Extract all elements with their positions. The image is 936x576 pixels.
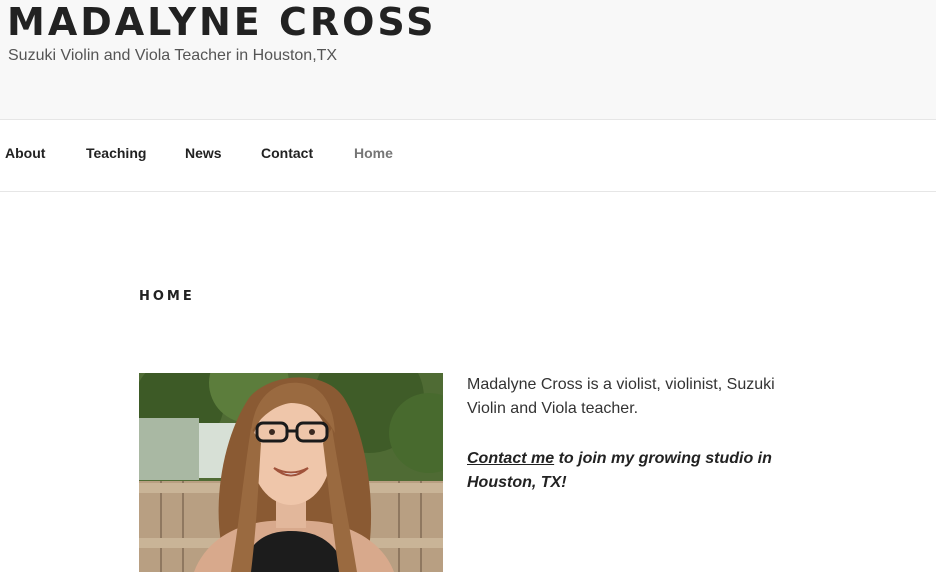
page-title: HOME [139, 289, 195, 304]
nav-item-about[interactable]: About [5, 145, 45, 161]
nav-item-news[interactable]: News [185, 145, 222, 161]
contact-me-link[interactable]: Contact me [467, 450, 554, 467]
intro-paragraph: Madalyne Cross is a violist, violinist, … [467, 376, 775, 417]
nav-item-contact[interactable]: Contact [261, 145, 313, 161]
nav-item-home[interactable]: Home [354, 145, 393, 161]
nav-item-teaching[interactable]: Teaching [86, 145, 146, 161]
profile-photo [139, 373, 443, 572]
site-description: Suzuki Violin and Viola Teacher in Houst… [8, 47, 338, 64]
cta-paragraph: Contact me to join my growing studio in … [467, 447, 807, 495]
main-navigation: About Teaching News Contact Home [0, 120, 936, 192]
site-title[interactable]: MADALYNE CROSS [7, 0, 436, 44]
site-header: MADALYNE CROSS Suzuki Violin and Viola T… [0, 0, 936, 120]
intro-section: Madalyne Cross is a violist, violinist, … [467, 373, 807, 521]
